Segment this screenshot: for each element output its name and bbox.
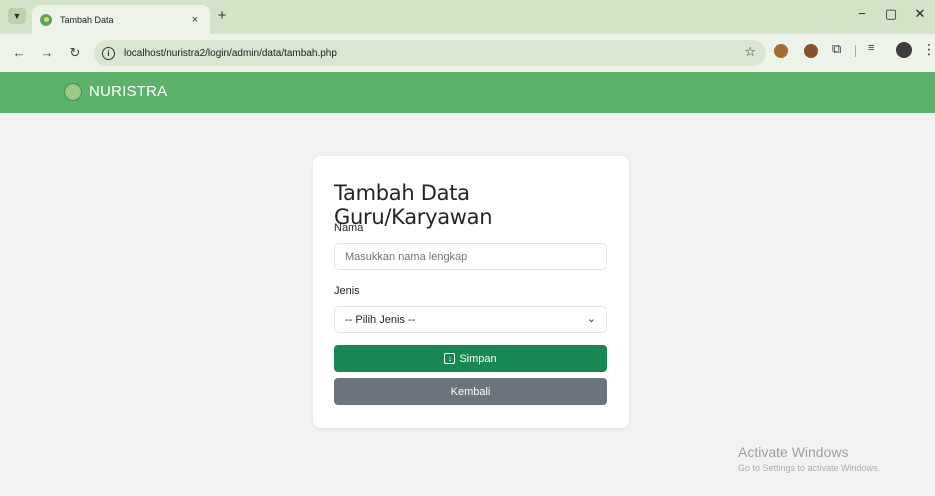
brand-name[interactable]: NURISTRA <box>89 83 167 100</box>
window-close-icon[interactable]: ✕ <box>910 6 930 22</box>
forward-icon[interactable]: → <box>40 45 54 60</box>
jenis-selected-value: -- Pilih Jenis -- <box>345 313 416 326</box>
nama-label: Nama <box>334 222 364 234</box>
toolbar-divider <box>855 45 856 57</box>
page-title: Tambah Data Guru/Karyawan <box>334 181 493 229</box>
chevron-down-icon: ⌄ <box>586 313 596 325</box>
profile-avatar[interactable] <box>896 42 912 58</box>
new-tab-plus-icon[interactable]: + <box>214 7 230 24</box>
favicon-icon <box>40 13 52 26</box>
form-card: Tambah Data Guru/Karyawan Nama Masukkan … <box>313 156 629 428</box>
browser-toolbar: ← → ↻ i localhost/nuristra2/login/admin/… <box>0 34 935 72</box>
info-icon[interactable]: i <box>102 46 115 60</box>
minimize-icon[interactable]: − <box>852 6 872 21</box>
jenis-select[interactable]: -- Pilih Jenis -- ⌄ <box>334 306 607 333</box>
nama-input[interactable]: Masukkan nama lengkap <box>334 243 607 270</box>
app-navbar: NURISTRA <box>0 72 935 113</box>
puzzle-icon[interactable]: ⧉ <box>832 41 841 57</box>
browser-tab[interactable]: Tambah Data × <box>32 5 210 34</box>
back-button-label: Kembali <box>450 385 491 398</box>
address-bar[interactable]: i localhost/nuristra2/login/admin/data/t… <box>94 40 766 66</box>
menu-icon[interactable]: ⋮ <box>922 41 935 58</box>
cookie-extension-icon[interactable] <box>804 44 818 58</box>
tab-search-chevron-down-icon[interactable]: ▼ <box>8 8 26 24</box>
browser-tabstrip: ▼ Tambah Data × + − ▢ ✕ <box>0 0 935 34</box>
brand-logo-icon[interactable] <box>64 83 82 101</box>
tab-title: Tambah Data <box>60 14 114 25</box>
back-button[interactable]: Kembali <box>334 378 607 405</box>
activation-watermark-title: Activate Windows <box>738 444 849 460</box>
page-content: Tambah Data Guru/Karyawan Nama Masukkan … <box>0 113 935 496</box>
save-icon: ↓ <box>444 353 456 364</box>
cookie-extension-icon[interactable] <box>774 44 788 58</box>
jenis-label: Jenis <box>334 285 360 297</box>
star-icon[interactable]: ☆ <box>744 44 756 60</box>
back-icon[interactable]: ← <box>12 45 26 60</box>
save-button-label: Simpan <box>459 352 497 365</box>
reload-icon[interactable]: ↻ <box>68 45 82 61</box>
reading-list-icon[interactable]: ≡ <box>868 42 874 54</box>
activation-watermark-subtitle: Go to Settings to activate Windows. <box>738 463 881 473</box>
url-text[interactable]: localhost/nuristra2/login/admin/data/tam… <box>124 48 337 59</box>
maximize-icon[interactable]: ▢ <box>881 6 901 22</box>
save-button[interactable]: ↓ Simpan <box>334 345 607 372</box>
tab-close-icon[interactable]: × <box>188 14 202 26</box>
